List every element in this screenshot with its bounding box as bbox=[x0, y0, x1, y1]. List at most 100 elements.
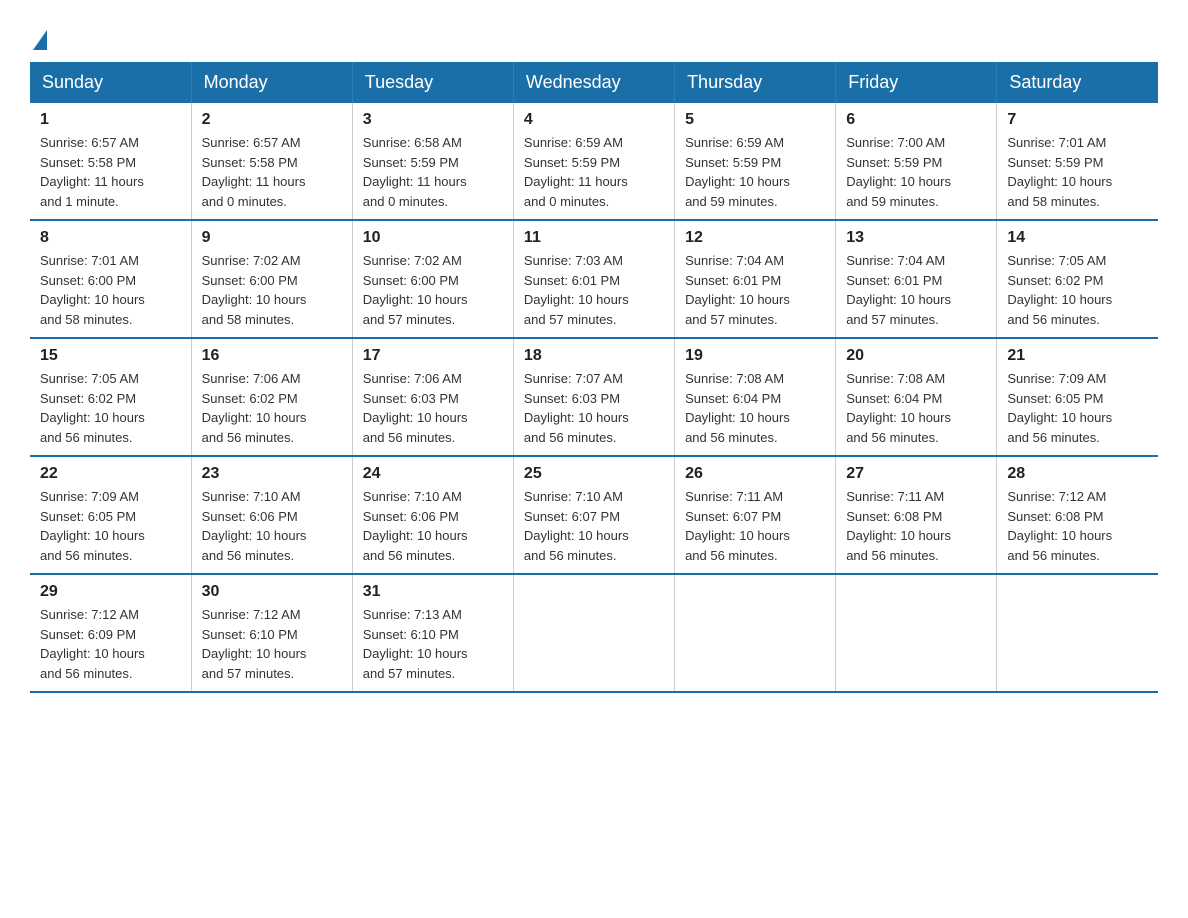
day-info: Sunrise: 7:02 AMSunset: 6:00 PMDaylight:… bbox=[202, 253, 307, 327]
day-number: 26 bbox=[685, 465, 825, 483]
calendar-cell-w1-d6: 6 Sunrise: 7:00 AMSunset: 5:59 PMDayligh… bbox=[836, 103, 997, 220]
calendar-week-2: 8 Sunrise: 7:01 AMSunset: 6:00 PMDayligh… bbox=[30, 220, 1158, 338]
calendar-cell-w2-d7: 14 Sunrise: 7:05 AMSunset: 6:02 PMDaylig… bbox=[997, 220, 1158, 338]
day-info: Sunrise: 7:06 AMSunset: 6:02 PMDaylight:… bbox=[202, 371, 307, 445]
calendar-cell-w2-d6: 13 Sunrise: 7:04 AMSunset: 6:01 PMDaylig… bbox=[836, 220, 997, 338]
day-info: Sunrise: 7:04 AMSunset: 6:01 PMDaylight:… bbox=[685, 253, 790, 327]
calendar-cell-w3-d5: 19 Sunrise: 7:08 AMSunset: 6:04 PMDaylig… bbox=[675, 338, 836, 456]
header-friday: Friday bbox=[836, 62, 997, 103]
calendar-cell-w4-d3: 24 Sunrise: 7:10 AMSunset: 6:06 PMDaylig… bbox=[352, 456, 513, 574]
calendar-cell-w1-d5: 5 Sunrise: 6:59 AMSunset: 5:59 PMDayligh… bbox=[675, 103, 836, 220]
day-info: Sunrise: 7:01 AMSunset: 5:59 PMDaylight:… bbox=[1007, 135, 1112, 209]
calendar-cell-w1-d4: 4 Sunrise: 6:59 AMSunset: 5:59 PMDayligh… bbox=[513, 103, 674, 220]
day-info: Sunrise: 7:11 AMSunset: 6:08 PMDaylight:… bbox=[846, 489, 951, 563]
day-info: Sunrise: 7:11 AMSunset: 6:07 PMDaylight:… bbox=[685, 489, 790, 563]
day-number: 4 bbox=[524, 111, 664, 129]
calendar-week-4: 22 Sunrise: 7:09 AMSunset: 6:05 PMDaylig… bbox=[30, 456, 1158, 574]
calendar-week-1: 1 Sunrise: 6:57 AMSunset: 5:58 PMDayligh… bbox=[30, 103, 1158, 220]
header-wednesday: Wednesday bbox=[513, 62, 674, 103]
day-info: Sunrise: 7:12 AMSunset: 6:10 PMDaylight:… bbox=[202, 607, 307, 681]
calendar-cell-w5-d7 bbox=[997, 574, 1158, 692]
day-info: Sunrise: 7:03 AMSunset: 6:01 PMDaylight:… bbox=[524, 253, 629, 327]
day-number: 11 bbox=[524, 229, 664, 247]
day-info: Sunrise: 7:04 AMSunset: 6:01 PMDaylight:… bbox=[846, 253, 951, 327]
calendar-cell-w3-d3: 17 Sunrise: 7:06 AMSunset: 6:03 PMDaylig… bbox=[352, 338, 513, 456]
day-number: 23 bbox=[202, 465, 342, 483]
day-number: 15 bbox=[40, 347, 181, 365]
calendar-cell-w5-d1: 29 Sunrise: 7:12 AMSunset: 6:09 PMDaylig… bbox=[30, 574, 191, 692]
day-info: Sunrise: 7:10 AMSunset: 6:06 PMDaylight:… bbox=[202, 489, 307, 563]
calendar-cell-w3-d6: 20 Sunrise: 7:08 AMSunset: 6:04 PMDaylig… bbox=[836, 338, 997, 456]
calendar-cell-w4-d2: 23 Sunrise: 7:10 AMSunset: 6:06 PMDaylig… bbox=[191, 456, 352, 574]
calendar-cell-w2-d3: 10 Sunrise: 7:02 AMSunset: 6:00 PMDaylig… bbox=[352, 220, 513, 338]
day-number: 6 bbox=[846, 111, 986, 129]
calendar-cell-w5-d5 bbox=[675, 574, 836, 692]
day-number: 1 bbox=[40, 111, 181, 129]
day-info: Sunrise: 7:08 AMSunset: 6:04 PMDaylight:… bbox=[846, 371, 951, 445]
calendar-cell-w5-d4 bbox=[513, 574, 674, 692]
header-sunday: Sunday bbox=[30, 62, 191, 103]
day-info: Sunrise: 7:07 AMSunset: 6:03 PMDaylight:… bbox=[524, 371, 629, 445]
day-info: Sunrise: 7:09 AMSunset: 6:05 PMDaylight:… bbox=[40, 489, 145, 563]
header-thursday: Thursday bbox=[675, 62, 836, 103]
day-info: Sunrise: 7:02 AMSunset: 6:00 PMDaylight:… bbox=[363, 253, 468, 327]
calendar-cell-w2-d4: 11 Sunrise: 7:03 AMSunset: 6:01 PMDaylig… bbox=[513, 220, 674, 338]
day-info: Sunrise: 7:00 AMSunset: 5:59 PMDaylight:… bbox=[846, 135, 951, 209]
logo-general bbox=[30, 30, 47, 50]
calendar-cell-w1-d2: 2 Sunrise: 6:57 AMSunset: 5:58 PMDayligh… bbox=[191, 103, 352, 220]
calendar-cell-w5-d3: 31 Sunrise: 7:13 AMSunset: 6:10 PMDaylig… bbox=[352, 574, 513, 692]
day-info: Sunrise: 7:05 AMSunset: 6:02 PMDaylight:… bbox=[1007, 253, 1112, 327]
calendar-cell-w5-d6 bbox=[836, 574, 997, 692]
day-info: Sunrise: 6:59 AMSunset: 5:59 PMDaylight:… bbox=[685, 135, 790, 209]
calendar-cell-w3-d2: 16 Sunrise: 7:06 AMSunset: 6:02 PMDaylig… bbox=[191, 338, 352, 456]
logo bbox=[30, 20, 47, 52]
calendar-cell-w2-d2: 9 Sunrise: 7:02 AMSunset: 6:00 PMDayligh… bbox=[191, 220, 352, 338]
day-info: Sunrise: 7:05 AMSunset: 6:02 PMDaylight:… bbox=[40, 371, 145, 445]
day-number: 3 bbox=[363, 111, 503, 129]
day-info: Sunrise: 7:12 AMSunset: 6:09 PMDaylight:… bbox=[40, 607, 145, 681]
calendar-cell-w4-d4: 25 Sunrise: 7:10 AMSunset: 6:07 PMDaylig… bbox=[513, 456, 674, 574]
day-number: 21 bbox=[1007, 347, 1148, 365]
day-number: 16 bbox=[202, 347, 342, 365]
day-info: Sunrise: 7:08 AMSunset: 6:04 PMDaylight:… bbox=[685, 371, 790, 445]
day-info: Sunrise: 7:06 AMSunset: 6:03 PMDaylight:… bbox=[363, 371, 468, 445]
day-info: Sunrise: 7:09 AMSunset: 6:05 PMDaylight:… bbox=[1007, 371, 1112, 445]
day-number: 2 bbox=[202, 111, 342, 129]
day-number: 7 bbox=[1007, 111, 1148, 129]
calendar-cell-w3-d1: 15 Sunrise: 7:05 AMSunset: 6:02 PMDaylig… bbox=[30, 338, 191, 456]
day-number: 27 bbox=[846, 465, 986, 483]
day-info: Sunrise: 7:13 AMSunset: 6:10 PMDaylight:… bbox=[363, 607, 468, 681]
day-number: 13 bbox=[846, 229, 986, 247]
calendar-week-3: 15 Sunrise: 7:05 AMSunset: 6:02 PMDaylig… bbox=[30, 338, 1158, 456]
day-info: Sunrise: 6:59 AMSunset: 5:59 PMDaylight:… bbox=[524, 135, 628, 209]
day-number: 20 bbox=[846, 347, 986, 365]
day-number: 24 bbox=[363, 465, 503, 483]
day-number: 19 bbox=[685, 347, 825, 365]
day-info: Sunrise: 7:10 AMSunset: 6:06 PMDaylight:… bbox=[363, 489, 468, 563]
calendar-cell-w1-d1: 1 Sunrise: 6:57 AMSunset: 5:58 PMDayligh… bbox=[30, 103, 191, 220]
day-number: 18 bbox=[524, 347, 664, 365]
logo-triangle-icon bbox=[33, 30, 47, 50]
calendar-cell-w1-d7: 7 Sunrise: 7:01 AMSunset: 5:59 PMDayligh… bbox=[997, 103, 1158, 220]
calendar-cell-w4-d1: 22 Sunrise: 7:09 AMSunset: 6:05 PMDaylig… bbox=[30, 456, 191, 574]
day-info: Sunrise: 7:10 AMSunset: 6:07 PMDaylight:… bbox=[524, 489, 629, 563]
day-info: Sunrise: 7:01 AMSunset: 6:00 PMDaylight:… bbox=[40, 253, 145, 327]
day-info: Sunrise: 6:57 AMSunset: 5:58 PMDaylight:… bbox=[40, 135, 144, 209]
header-tuesday: Tuesday bbox=[352, 62, 513, 103]
calendar-cell-w2-d1: 8 Sunrise: 7:01 AMSunset: 6:00 PMDayligh… bbox=[30, 220, 191, 338]
calendar-cell-w3-d7: 21 Sunrise: 7:09 AMSunset: 6:05 PMDaylig… bbox=[997, 338, 1158, 456]
day-number: 25 bbox=[524, 465, 664, 483]
header-saturday: Saturday bbox=[997, 62, 1158, 103]
calendar-cell-w4-d5: 26 Sunrise: 7:11 AMSunset: 6:07 PMDaylig… bbox=[675, 456, 836, 574]
page-header bbox=[30, 20, 1158, 52]
day-number: 14 bbox=[1007, 229, 1148, 247]
calendar-header-row: SundayMondayTuesdayWednesdayThursdayFrid… bbox=[30, 62, 1158, 103]
calendar-cell-w2-d5: 12 Sunrise: 7:04 AMSunset: 6:01 PMDaylig… bbox=[675, 220, 836, 338]
day-number: 8 bbox=[40, 229, 181, 247]
day-number: 28 bbox=[1007, 465, 1148, 483]
day-info: Sunrise: 6:58 AMSunset: 5:59 PMDaylight:… bbox=[363, 135, 467, 209]
header-monday: Monday bbox=[191, 62, 352, 103]
calendar-cell-w1-d3: 3 Sunrise: 6:58 AMSunset: 5:59 PMDayligh… bbox=[352, 103, 513, 220]
day-number: 22 bbox=[40, 465, 181, 483]
calendar-table: SundayMondayTuesdayWednesdayThursdayFrid… bbox=[30, 62, 1158, 693]
